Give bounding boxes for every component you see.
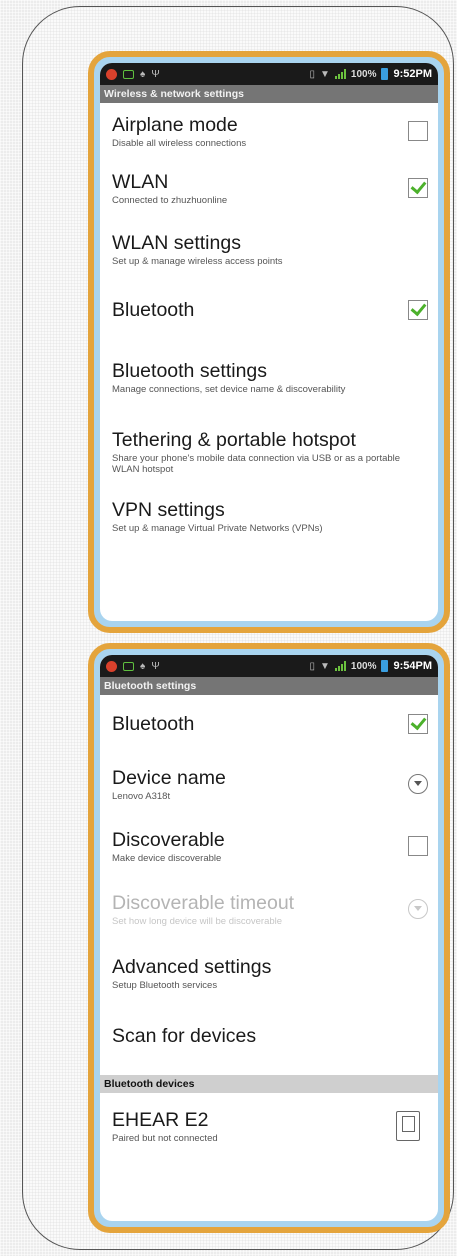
page-title: Wireless & network settings bbox=[100, 85, 438, 103]
setting-device-name[interactable]: Device name Lenovo A318t bbox=[100, 753, 438, 815]
setting-subtitle: Set up & manage Virtual Private Networks… bbox=[112, 523, 323, 534]
vibrate-icon: ▯ bbox=[309, 660, 315, 672]
device-status: Paired but not connected bbox=[112, 1133, 218, 1144]
airplane-mode-checkbox[interactable] bbox=[408, 120, 428, 141]
android-icon: ♠ bbox=[140, 68, 146, 80]
sim-notification-icon bbox=[123, 69, 134, 79]
setting-scan-for-devices[interactable]: Scan for devices bbox=[100, 1005, 438, 1067]
discoverable-checkbox[interactable] bbox=[408, 836, 428, 856]
status-bar: ♠ Ψ ▯ ▼ 100% 9:54PM bbox=[100, 655, 438, 677]
device-title: EHEAR E2 bbox=[112, 1109, 209, 1131]
app-notification-icon bbox=[106, 660, 117, 672]
status-bar: ♠ Ψ ▯ ▼ 100% 9:52PM bbox=[100, 63, 438, 85]
usb-icon: Ψ bbox=[151, 660, 160, 672]
bluetooth-checkbox[interactable] bbox=[408, 300, 428, 320]
chevron-down-icon[interactable] bbox=[408, 774, 428, 794]
bluetooth-devices-header: Bluetooth devices bbox=[100, 1075, 438, 1093]
clock: 9:52PM bbox=[393, 68, 432, 80]
setting-subtitle: Share your phone's mobile data connectio… bbox=[112, 452, 401, 475]
vibrate-icon: ▯ bbox=[309, 68, 315, 80]
setting-airplane-mode[interactable]: Airplane mode Disable all wireless conne… bbox=[100, 103, 438, 158]
headset-device-icon bbox=[396, 1111, 420, 1141]
setting-wlan[interactable]: WLAN Connected to zhuzhuonline bbox=[100, 158, 438, 218]
setting-subtitle: Set how long device will be discoverable bbox=[112, 916, 283, 927]
setting-title: WLAN bbox=[112, 171, 169, 193]
chevron-down-icon bbox=[408, 899, 428, 919]
android-icon: ♠ bbox=[140, 660, 146, 672]
signal-icon bbox=[334, 69, 346, 79]
battery-percent: 100% bbox=[350, 660, 377, 672]
setting-title: Discoverable timeout bbox=[112, 892, 295, 914]
setting-wlan-settings[interactable]: WLAN settings Set up & manage wireless a… bbox=[100, 218, 438, 280]
setting-bluetooth[interactable]: Bluetooth bbox=[100, 280, 438, 340]
setting-title: Advanced settings bbox=[112, 956, 272, 978]
phone-screen-wireless: ♠ Ψ ▯ ▼ 100% 9:52PM Wireless & network s… bbox=[100, 63, 438, 621]
setting-bluetooth[interactable]: Bluetooth bbox=[100, 695, 438, 753]
setting-subtitle: Setup Bluetooth services bbox=[112, 980, 218, 991]
signal-icon bbox=[334, 661, 346, 671]
phone-frame-wireless: ♠ Ψ ▯ ▼ 100% 9:52PM Wireless & network s… bbox=[88, 51, 450, 633]
setting-title: VPN settings bbox=[112, 499, 225, 521]
battery-icon bbox=[381, 660, 389, 672]
setting-advanced-settings[interactable]: Advanced settings Setup Bluetooth servic… bbox=[100, 941, 438, 1005]
phone-screen-bluetooth: ♠ Ψ ▯ ▼ 100% 9:54PM Bluetooth settings B… bbox=[100, 655, 438, 1221]
app-notification-icon bbox=[106, 68, 117, 80]
setting-subtitle: Set up & manage wireless access points bbox=[112, 256, 283, 267]
wifi-icon: ▼ bbox=[319, 68, 330, 80]
setting-title: Discoverable bbox=[112, 829, 225, 851]
setting-subtitle: Make device discoverable bbox=[112, 853, 222, 864]
setting-title: Scan for devices bbox=[112, 1025, 257, 1047]
page-title: Bluetooth settings bbox=[100, 677, 438, 695]
setting-bluetooth-settings[interactable]: Bluetooth settings Manage connections, s… bbox=[100, 340, 438, 414]
setting-title: Bluetooth settings bbox=[112, 360, 268, 382]
setting-subtitle: Disable all wireless connections bbox=[112, 137, 247, 149]
setting-title: Device name bbox=[112, 767, 226, 789]
battery-percent: 100% bbox=[350, 68, 377, 80]
paired-device-item[interactable]: EHEAR E2 Paired but not connected bbox=[100, 1093, 438, 1159]
setting-subtitle: Connected to zhuzhuonline bbox=[112, 195, 228, 206]
setting-tethering-hotspot[interactable]: Tethering & portable hotspot Share your … bbox=[100, 414, 438, 488]
outer-card: ♠ Ψ ▯ ▼ 100% 9:52PM Wireless & network s… bbox=[22, 6, 454, 1250]
sim-notification-icon bbox=[123, 661, 134, 671]
clock: 9:54PM bbox=[393, 660, 432, 672]
setting-discoverable[interactable]: Discoverable Make device discoverable bbox=[100, 815, 438, 877]
battery-icon bbox=[381, 68, 389, 80]
phone-frame-bluetooth: ♠ Ψ ▯ ▼ 100% 9:54PM Bluetooth settings B… bbox=[88, 643, 450, 1233]
setting-vpn[interactable]: VPN settings Set up & manage Virtual Pri… bbox=[100, 488, 438, 558]
setting-title: WLAN settings bbox=[112, 232, 241, 254]
usb-icon: Ψ bbox=[151, 68, 160, 80]
setting-title: Airplane mode bbox=[112, 113, 238, 136]
setting-title: Bluetooth bbox=[112, 299, 195, 321]
setting-discoverable-timeout: Discoverable timeout Set how long device… bbox=[100, 877, 438, 941]
setting-title: Bluetooth bbox=[112, 713, 195, 735]
wifi-icon: ▼ bbox=[319, 660, 330, 672]
bluetooth-checkbox[interactable] bbox=[408, 714, 428, 734]
setting-title: Tethering & portable hotspot bbox=[112, 428, 356, 451]
wlan-checkbox[interactable] bbox=[408, 178, 428, 198]
setting-subtitle: Lenovo A318t bbox=[112, 791, 171, 802]
setting-subtitle: Manage connections, set device name & di… bbox=[112, 384, 346, 395]
